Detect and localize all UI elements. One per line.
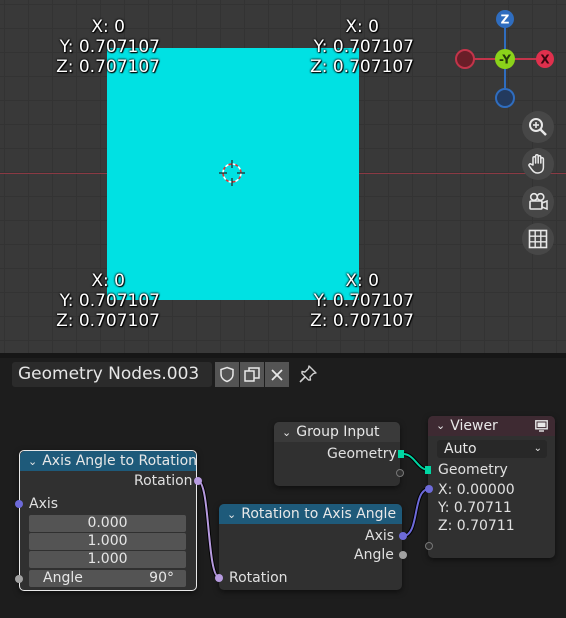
zoom-icon — [529, 118, 547, 136]
navigation-gizmo[interactable]: Z X -Y — [455, 8, 555, 108]
socket-label-angle-out: Angle — [354, 547, 394, 563]
socket-extend-in[interactable] — [425, 542, 433, 550]
vertex-x: X: 0 — [91, 17, 125, 37]
vertex-y: Y: 0.707107 — [313, 37, 414, 57]
socket-value-in[interactable] — [425, 485, 433, 493]
vertex-label-top-left: X: 0 Y: 0.707107 Z: 0.707107 — [50, 17, 160, 77]
close-icon — [271, 368, 283, 381]
duplicate-tree-button[interactable] — [240, 362, 264, 387]
socket-angle-in[interactable] — [15, 575, 23, 583]
axis-x-field[interactable]: 0.000 — [29, 515, 186, 532]
socket-label-axis-out: Axis — [365, 528, 395, 544]
node-header[interactable]: ⌄ Group Input — [274, 422, 400, 442]
vertex-z: Z: 0.707107 — [56, 57, 160, 77]
node-title: Rotation to Axis Angle — [241, 506, 397, 522]
angle-field[interactable]: Angle 90° — [29, 570, 186, 587]
3d-viewport[interactable]: X: 0 Y: 0.707107 Z: 0.707107 X: 0 Y: 0.7… — [0, 0, 566, 353]
unlink-tree-button[interactable] — [265, 362, 289, 387]
camera-view-button[interactable] — [522, 186, 554, 218]
viewer-domain-value: Auto — [444, 441, 477, 457]
shield-icon — [220, 366, 234, 383]
node-header[interactable]: ⌄ Rotation to Axis Angle — [219, 504, 402, 524]
node-title: Axis Angle to Rotation — [42, 453, 198, 469]
gizmo-neg-x-axis[interactable] — [455, 49, 475, 69]
socket-axis-out[interactable] — [399, 532, 407, 540]
vertex-z: Z: 0.707107 — [310, 311, 414, 331]
viewer-domain-dropdown[interactable]: Auto ⌄ — [437, 440, 547, 458]
fake-user-button[interactable] — [215, 362, 239, 387]
ortho-toggle-button[interactable] — [522, 223, 554, 255]
hand-pan-icon — [528, 154, 545, 174]
pan-button[interactable] — [522, 148, 554, 180]
node-title: Group Input — [296, 424, 380, 440]
viewer-value-y: Y: 0.70711 — [438, 500, 512, 516]
socket-angle-out[interactable] — [399, 551, 407, 559]
collapse-chevron-icon[interactable]: ⌄ — [227, 508, 236, 521]
chevron-down-icon: ⌄ — [533, 443, 542, 454]
node-title: Viewer — [450, 418, 498, 434]
grid-icon — [528, 229, 548, 249]
socket-rotation-out[interactable] — [194, 477, 202, 485]
vertex-label-bottom-right: X: 0 Y: 0.707107 Z: 0.707107 — [304, 271, 414, 331]
socket-geometry-out[interactable] — [398, 450, 404, 458]
collapse-chevron-icon[interactable]: ⌄ — [282, 426, 291, 439]
vertex-z: Z: 0.707107 — [310, 57, 414, 77]
collapse-chevron-icon[interactable]: ⌄ — [436, 416, 445, 436]
zoom-button[interactable] — [522, 111, 554, 143]
node-header[interactable]: ⌄ Axis Angle to Rotation — [20, 451, 198, 471]
vertex-x: X: 0 — [345, 271, 379, 291]
3d-cursor-icon[interactable] — [219, 160, 245, 186]
socket-label-rotation-out: Rotation — [134, 473, 193, 489]
gizmo-neg-y-label: -Y — [499, 53, 511, 67]
viewer-value-z: Z: 0.70711 — [438, 518, 515, 534]
gizmo-neg-z-axis[interactable] — [495, 88, 515, 108]
vertex-z: Z: 0.707107 — [56, 311, 160, 331]
vertex-x: X: 0 — [345, 17, 379, 37]
vertex-label-top-right: X: 0 Y: 0.707107 Z: 0.707107 — [304, 17, 414, 77]
axis-y-field[interactable]: 1.000 — [29, 533, 186, 550]
node-header[interactable]: ⌄ Viewer — [428, 416, 555, 436]
socket-label-geometry-out: Geometry — [327, 446, 397, 462]
socket-rotation-in[interactable] — [215, 574, 223, 582]
vertex-x: X: 0 — [91, 271, 125, 291]
gizmo-x-label: X — [540, 53, 550, 67]
axis-z-field[interactable]: 1.000 — [29, 551, 186, 568]
viewer-value-x: X: 0.00000 — [438, 482, 515, 498]
angle-value: 90° — [149, 570, 174, 586]
vertex-y: Y: 0.707107 — [59, 37, 160, 57]
socket-axis-in[interactable] — [15, 500, 23, 508]
socket-geometry-in[interactable] — [425, 466, 431, 474]
socket-label-axis-in: Axis — [29, 496, 59, 512]
gizmo-z-label: Z — [501, 13, 510, 27]
socket-extend-out[interactable] — [396, 469, 404, 477]
pin-button[interactable] — [298, 364, 320, 386]
angle-label: Angle — [43, 570, 83, 586]
socket-label-geometry-in: Geometry — [438, 462, 508, 478]
node-tree-name-field[interactable]: Geometry Nodes.003 — [12, 362, 212, 387]
socket-label-rotation-in: Rotation — [229, 570, 288, 586]
vertex-label-bottom-left: X: 0 Y: 0.707107 Z: 0.707107 — [50, 271, 160, 331]
vertex-y: Y: 0.707107 — [59, 291, 160, 311]
duplicate-icon — [244, 367, 260, 382]
pin-icon — [299, 365, 317, 383]
camera-icon — [529, 192, 548, 211]
vertex-y: Y: 0.707107 — [313, 291, 414, 311]
viewer-monitor-icon[interactable] — [535, 420, 548, 432]
collapse-chevron-icon[interactable]: ⌄ — [28, 455, 37, 468]
